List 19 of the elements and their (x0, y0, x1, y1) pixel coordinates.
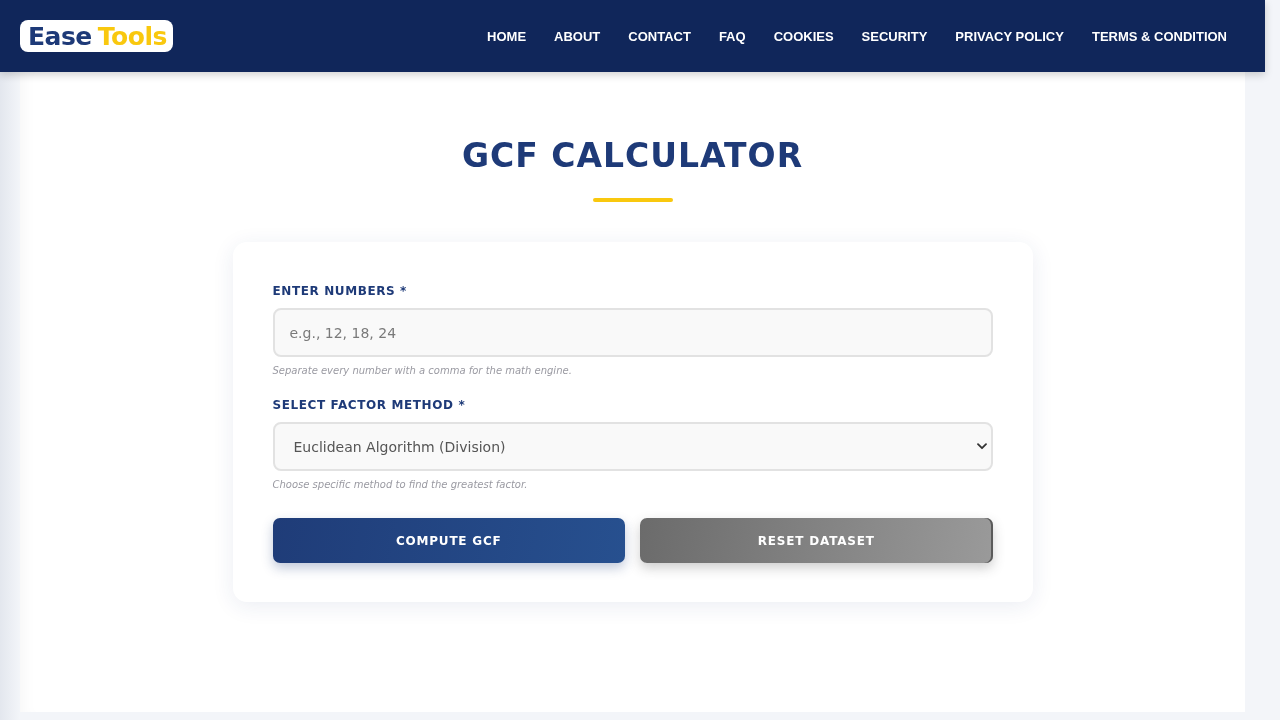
nav-link[interactable]: SECURITY (861, 28, 928, 44)
page-title: GCF CALCULATOR (461, 135, 804, 177)
field-label: ENTER NUMBERS * (272, 284, 408, 298)
compute-button[interactable]: COMPUTE GCF (272, 518, 625, 563)
nav-link[interactable]: HOME (487, 28, 527, 44)
nav-link[interactable]: PRIVACY POLICY (955, 28, 1064, 44)
nav-link[interactable]: COOKIES (773, 28, 834, 44)
nav-link[interactable]: CONTACT (628, 28, 691, 44)
logo[interactable]: Ease Tools (20, 20, 173, 52)
field-hint: Separate every number with a comma for the math engine. (272, 365, 573, 376)
chevron-down-icon (976, 443, 987, 450)
nav-link[interactable]: ABOUT (554, 28, 601, 44)
field-hint: Choose specific method to find the greatest factor. (272, 479, 529, 490)
method-select[interactable]: Euclidean Algorithm (Division) (272, 422, 993, 471)
field-label: SELECT FACTOR METHOD * (272, 398, 467, 412)
reset-button[interactable]: RESET DATASET (640, 518, 993, 563)
nav-link[interactable]: TERMS & CONDITION (1091, 28, 1227, 44)
input-field[interactable]: e.g., 12, 18, 24 (272, 308, 993, 357)
nav-link[interactable]: FAQ (718, 28, 746, 44)
